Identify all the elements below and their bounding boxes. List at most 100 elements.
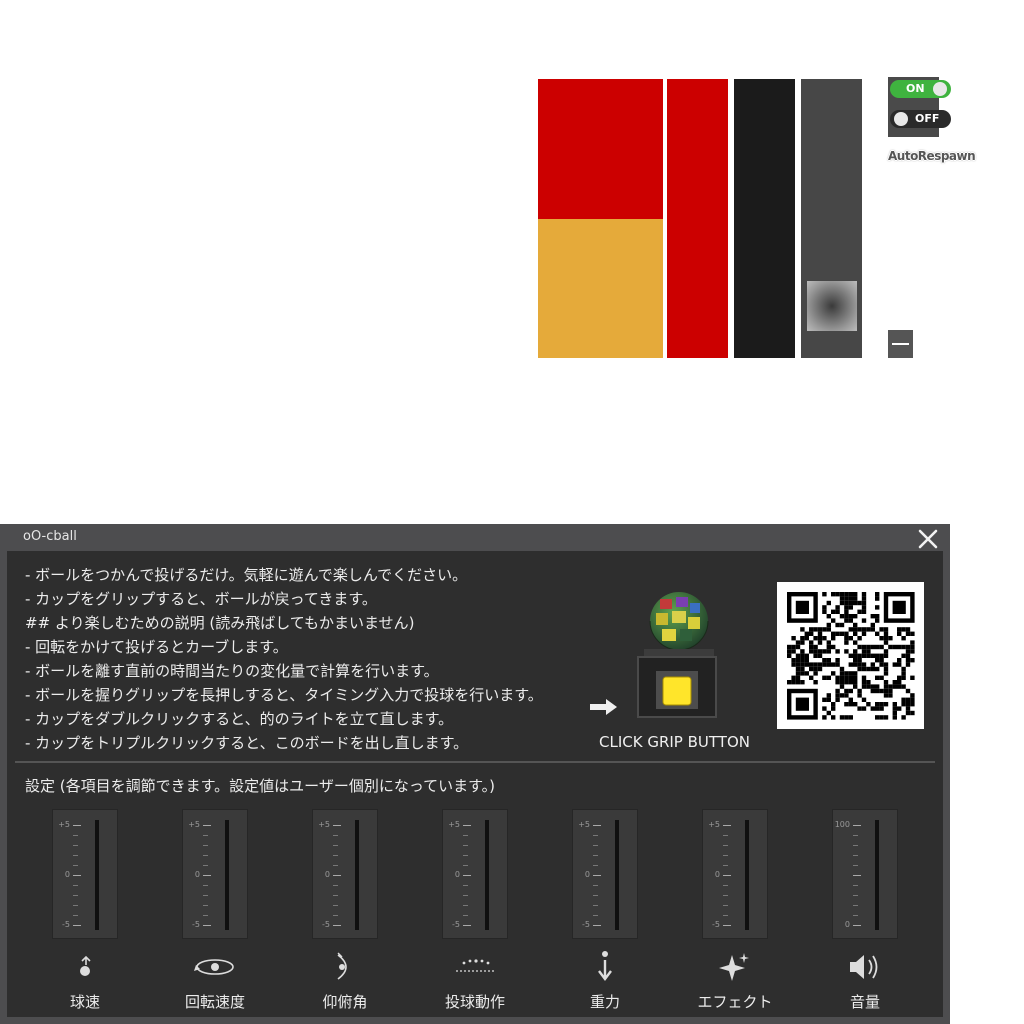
slider-min-label: -5 xyxy=(192,920,200,929)
slider-tick xyxy=(463,895,468,896)
slider-tick xyxy=(73,855,78,856)
slider-track[interactable] xyxy=(745,820,749,930)
setting-slider[interactable]: 100 0 xyxy=(832,809,898,939)
slider-tick xyxy=(73,915,78,916)
slider-max-label: +5 xyxy=(708,820,720,829)
instruction-line: - カップをダブルクリックすると、的のライトを立て直します。 xyxy=(25,710,454,728)
slider-tick xyxy=(73,825,81,826)
close-icon[interactable] xyxy=(916,527,940,551)
slider-label: 投球動作 xyxy=(444,993,505,1011)
slider-track[interactable] xyxy=(615,820,619,930)
instruction-line: - ボールをつかんで投げるだけ。気軽に遊んで楽しんでください。 xyxy=(25,566,468,584)
slider-track[interactable] xyxy=(485,820,489,930)
setting-slider[interactable]: +5 0 -5 xyxy=(702,809,768,939)
slider-tick xyxy=(593,825,601,826)
pitch-motion-icon xyxy=(456,959,494,972)
slider-mid-label: 0 xyxy=(64,870,70,879)
auto-respawn-label: AutoRespawn xyxy=(888,149,976,163)
slider-track[interactable] xyxy=(875,820,879,930)
slider-tick xyxy=(203,905,208,906)
slider-tick xyxy=(593,905,598,906)
slider-track[interactable] xyxy=(225,820,229,930)
slider-tick xyxy=(203,845,208,846)
instruction-line: - ボールを離す直前の時間当たりの変化量で計算を行います。 xyxy=(25,662,439,680)
slider-label: 回転速度 xyxy=(184,993,245,1011)
red-column xyxy=(667,79,728,358)
slider-track[interactable] xyxy=(355,820,359,930)
slider-tick xyxy=(593,895,598,896)
setting-slider[interactable]: +5 0 -5 xyxy=(312,809,378,939)
cball-board: oO-cball - ボールをつかんで投げるだけ。気軽に遊んで楽しんでください。… xyxy=(0,524,950,1024)
board-content: - ボールをつかんで投げるだけ。気軽に遊んで楽しんでください。 - カップをグリ… xyxy=(7,551,943,1017)
slider-tick xyxy=(593,835,598,836)
slider-tick xyxy=(203,895,208,896)
toggle-knob-icon xyxy=(933,82,947,96)
rotation-icon xyxy=(194,959,234,975)
slider-tick xyxy=(333,855,338,856)
slider-tick xyxy=(463,865,468,866)
slider-mid-label: 0 xyxy=(324,870,330,879)
slider-tick xyxy=(463,835,468,836)
slider-track[interactable] xyxy=(95,820,99,930)
slider-tick xyxy=(853,925,861,926)
slider-tick xyxy=(593,875,601,876)
slider-tick xyxy=(333,915,338,916)
setting-slider[interactable]: +5 0 -5 xyxy=(52,809,118,939)
slider-label: 仰俯角 xyxy=(322,993,368,1011)
slider-tick xyxy=(333,905,338,906)
slider-tick xyxy=(73,905,78,906)
toggle-off-button[interactable]: OFF xyxy=(890,110,951,128)
slider-min-label: -5 xyxy=(582,920,590,929)
qr-code[interactable] xyxy=(777,582,924,729)
slider-tick xyxy=(203,875,211,876)
slider-tick xyxy=(333,845,338,846)
slider-tick xyxy=(723,855,728,856)
slider-tick xyxy=(463,905,468,906)
setting-slider[interactable]: +5 0 -5 xyxy=(572,809,638,939)
toggle-knob-icon xyxy=(894,112,908,126)
slider-tick xyxy=(73,865,78,866)
slider-tick xyxy=(463,885,468,886)
minus-icon xyxy=(892,343,909,345)
slider-tick xyxy=(853,885,858,886)
sparkle-icon xyxy=(719,953,749,981)
slider-tick xyxy=(593,855,598,856)
board-title: oO-cball xyxy=(23,529,77,544)
slider-tick xyxy=(73,895,78,896)
slider-tick xyxy=(333,865,338,866)
setting-slider[interactable]: +5 0 -5 xyxy=(442,809,508,939)
minus-button[interactable] xyxy=(888,330,913,358)
slider-mid-label: 0 xyxy=(714,870,720,879)
instruction-line: - カップをグリップすると、ボールが戻ってきます。 xyxy=(25,590,377,608)
settings-title: 設定 (各項目を調節できます。設定値はユーザー個別になっています。) xyxy=(25,777,495,795)
grip-button-label: CLICK GRIP BUTTON xyxy=(599,733,750,751)
slider-label: 球速 xyxy=(69,993,100,1011)
black-column xyxy=(734,79,795,358)
instruction-line: ## より楽しむための説明 (読み飛ばしてもかまいません) xyxy=(25,614,415,632)
slider-tick xyxy=(73,925,81,926)
slider-max-label: +5 xyxy=(188,820,200,829)
toggle-on-button[interactable]: ON xyxy=(890,80,951,98)
red-block-top xyxy=(538,79,663,219)
slider-tick xyxy=(463,915,468,916)
slider-tick xyxy=(333,835,338,836)
slider-max-label: +5 xyxy=(318,820,330,829)
grip-button-illustration[interactable] xyxy=(632,591,722,721)
slider-mid-label: 0 xyxy=(194,870,200,879)
slider-tick xyxy=(333,895,338,896)
slider-tick xyxy=(463,825,471,826)
slider-tick xyxy=(853,855,858,856)
slider-tick xyxy=(333,885,338,886)
slider-min-label: -5 xyxy=(62,920,70,929)
slider-max-label: +5 xyxy=(58,820,70,829)
setting-slider[interactable]: +5 0 -5 xyxy=(182,809,248,939)
slider-tick xyxy=(593,845,598,846)
slider-tick xyxy=(723,925,731,926)
slider-tick xyxy=(593,865,598,866)
slider-max-label: 100 xyxy=(834,820,850,829)
slider-tick xyxy=(853,905,858,906)
qr-code-pattern xyxy=(787,592,915,720)
instruction-line: - 回転をかけて投げるとカーブします。 xyxy=(25,638,288,656)
slider-tick xyxy=(203,835,208,836)
slider-tick xyxy=(723,845,728,846)
